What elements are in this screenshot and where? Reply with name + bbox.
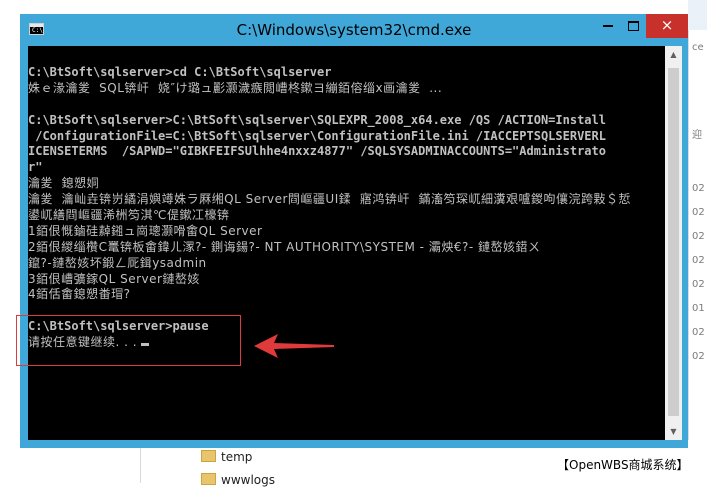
scroll-down-arrow-icon[interactable]: ▼ [665,423,682,440]
watermark-text: 【OpenWBS商城系统】 [557,458,689,472]
background-window-strip [688,0,707,30]
close-icon: × [660,16,674,34]
scrollbar-thumb[interactable] [668,68,679,416]
cmd-window: C:\ C:\Windows\system32\cmd.exe × C:\BtS… [20,14,688,448]
maximize-button[interactable] [621,14,646,38]
background-list-text: 02 [692,207,705,218]
folder-item-temp[interactable]: temp [201,450,252,464]
console-line: 瀹夎 鎴愬姛 [28,176,100,191]
folder-label: wwwlogs [221,473,275,487]
console-line: 鍙屼繕閰嶇疆浠栦笉淇℃偍鏉冮檺锛 [28,208,230,223]
console-line: C:\BtSoft\sqlserver>C:\BtSoft\sqlserver\… [28,112,606,127]
background-list-text: 02 [692,255,705,266]
vertical-scrollbar[interactable]: ▲ ▼ [665,46,682,440]
annotation-highlight-box [16,315,241,366]
folder-item-wwwlogs[interactable]: wwwlogs [201,473,275,487]
minimize-icon [603,24,613,27]
window-title: C:\Windows\system32\cmd.exe [236,21,472,39]
background-list-text: 02 [692,279,705,290]
folder-icon [201,450,216,462]
annotation-arrow-icon [254,334,334,358]
background-list-text: 02 [692,231,705,242]
console-line: 瀹夎 瀹屾垚锛岃繘涓嬩竴姝ラ厤缃QL Server閰嶇疆UI鍒 寤鸿锛屽 鏋滀笉… [28,192,632,207]
title-bar[interactable]: C:\ C:\Windows\system32\cmd.exe × [20,14,688,46]
folder-icon [201,473,216,485]
console-line: 1銆佷慨鏀硅繛鎺ュ崗璁灏嗗畬QL Server [28,223,263,238]
console-line: r" [28,160,43,175]
console-line: C:\BtSoft\sqlserver>cd C:\BtSoft\sqlserv… [28,65,332,79]
console-line: /ConfigurationFile=C:\BtSoft\sqlserver\C… [28,128,606,143]
minimize-button[interactable] [595,14,621,38]
console-output[interactable]: C:\BtSoft\sqlserver>cd C:\BtSoft\sqlserv… [28,46,665,440]
console-line: 姝ｅ湪瀹夎 SQL锛屽 娆″け璐ュ彲灏濊瘯閲嶆柊鏉ヨ繃銆傛缁х画瀹夎 ... [28,80,443,95]
console-line: 2銆佷緵缁欑C鼍锛板畬鍏ㄦ潈?- 鍘诲鍚?- NT AUTHORITY\SYST… [28,239,541,254]
console-line: 4銆佸畬鎴愬畨瑁? [28,287,131,302]
console-line: 3銆佷嶆彍鎵QL Server鏈嶅姟 [28,271,200,286]
background-list-text: 01 [692,303,705,314]
background-list-text: 02 [692,183,705,194]
background-list-text: ce [692,42,704,53]
close-button[interactable]: × [646,14,688,38]
folder-label: temp [221,450,253,464]
background-file-list-column: ce 迎 02 02 02 02 02 01 02 02 [688,30,707,450]
scroll-up-arrow-icon[interactable]: ▲ [665,46,682,63]
background-list-text: 02 [692,327,705,338]
console-line: 鑹?-鏈嶅姟坏鍛ㄥ厑鍓ysadmin [28,255,207,270]
background-list-text: 02 [692,351,705,362]
maximize-icon [628,20,639,31]
console-line: ICENSETERMS /SAPWD="GIBKFEIFSUlhhe4nxxz4… [28,144,606,159]
background-list-text: 迎 [692,130,702,141]
